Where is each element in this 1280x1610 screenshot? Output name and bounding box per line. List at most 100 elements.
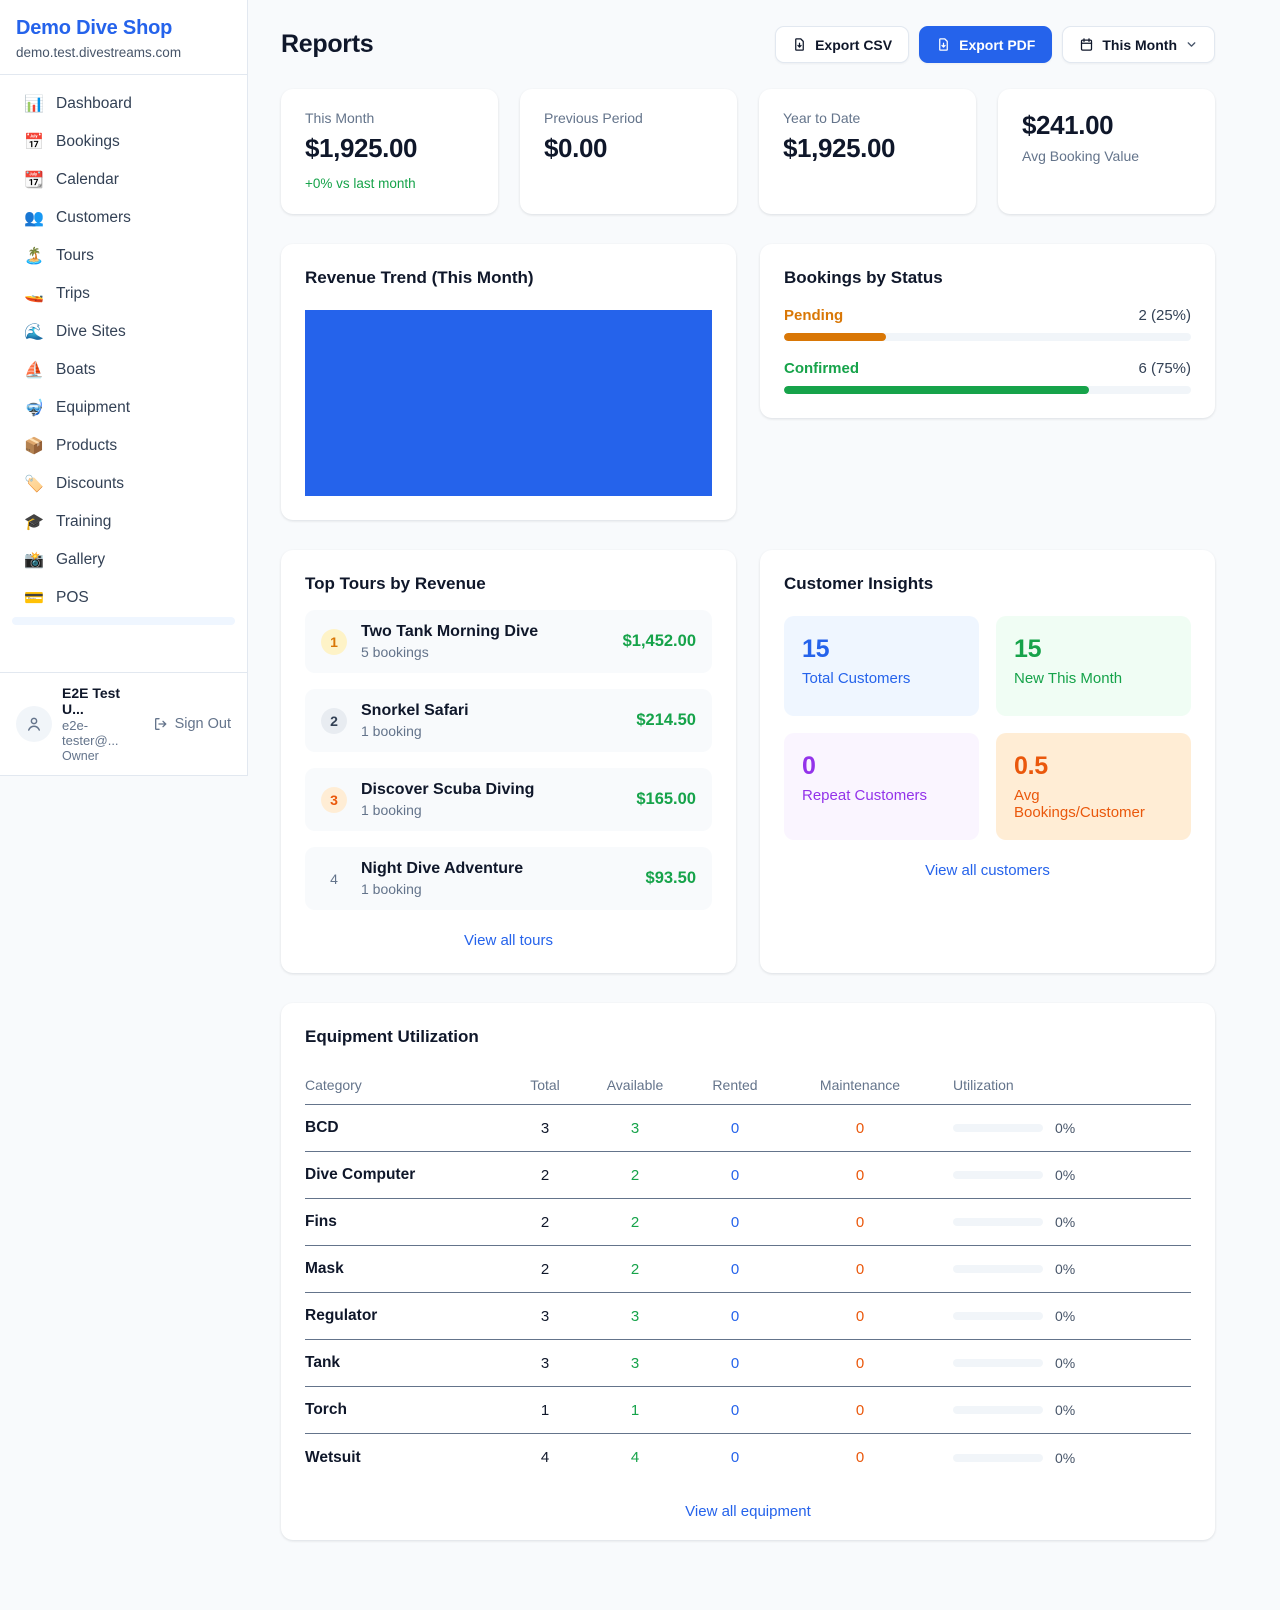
revenue-trend-title: Revenue Trend (This Month): [305, 268, 712, 288]
sidebar-item-label: Dashboard: [56, 95, 132, 113]
customer-insights-title: Customer Insights: [784, 574, 1191, 594]
table-row: Dive Computer 2 2 0 0 0%: [305, 1152, 1191, 1199]
cell-rented: 0: [685, 1214, 785, 1231]
tour-bookings: 1 booking: [361, 723, 622, 739]
sidebar-item-boats[interactable]: ⛵Boats: [12, 351, 235, 389]
equipment-table: Category Total Available Rented Maintena…: [305, 1065, 1191, 1481]
tour-row: 1 Two Tank Morning Dive 5 bookings $1,45…: [305, 610, 712, 673]
tour-bookings: 1 booking: [361, 881, 632, 897]
view-all-customers-link[interactable]: View all customers: [784, 862, 1191, 879]
calendar-icon: [1079, 37, 1094, 52]
cell-total: 3: [505, 1355, 585, 1372]
cell-maintenance: 0: [785, 1308, 935, 1325]
bookings-by-status-title: Bookings by Status: [784, 268, 1191, 288]
file-download-icon: [936, 37, 951, 52]
sidebar-item-label: Gallery: [56, 551, 105, 569]
cell-available: 2: [585, 1167, 685, 1184]
table-row: Fins 2 2 0 0 0%: [305, 1199, 1191, 1246]
brand-block: Demo Dive Shop demo.test.divestreams.com: [0, 0, 247, 75]
export-pdf-button[interactable]: Export PDF: [919, 26, 1052, 63]
insight-label: Avg Bookings/Customer: [1014, 787, 1173, 821]
sidebar: Demo Dive Shop demo.test.divestreams.com…: [0, 0, 248, 776]
view-all-equipment-link[interactable]: View all equipment: [305, 1503, 1191, 1520]
stat-value: $1,925.00: [305, 133, 474, 164]
sidebar-item-label: Tours: [56, 247, 94, 265]
package-icon: 📦: [24, 436, 44, 456]
insight-new-this-month: 15 New This Month: [996, 616, 1191, 716]
cell-utilization: 0%: [935, 1120, 1191, 1136]
cell-total: 2: [505, 1167, 585, 1184]
sidebar-item-reports-partial[interactable]: [12, 617, 235, 625]
tour-row: 2 Snorkel Safari 1 booking $214.50: [305, 689, 712, 752]
sidebar-item-gallery[interactable]: 📸Gallery: [12, 541, 235, 579]
insight-value: 0.5: [1014, 752, 1173, 781]
top-tours-title: Top Tours by Revenue: [305, 574, 712, 594]
sidebar-item-trips[interactable]: 🚤Trips: [12, 275, 235, 313]
sidebar-item-training[interactable]: 🎓 Training: [12, 503, 235, 541]
utilization-percent: 0%: [1055, 1450, 1075, 1466]
sidebar-item-customers[interactable]: 👥Customers: [12, 199, 235, 237]
stat-value: $1,925.00: [783, 133, 952, 164]
utilization-bar-track: [953, 1171, 1043, 1179]
sidebar-item-dive-sites[interactable]: 🌊Dive Sites: [12, 313, 235, 351]
cell-utilization: 0%: [935, 1261, 1191, 1277]
utilization-bar-track: [953, 1124, 1043, 1132]
sign-out-button[interactable]: Sign Out: [153, 716, 231, 732]
table-row: Mask 2 2 0 0 0%: [305, 1246, 1191, 1293]
insight-repeat-customers: 0 Repeat Customers: [784, 733, 979, 840]
col-header-maintenance: Maintenance: [785, 1077, 935, 1093]
equipment-category: Fins: [305, 1213, 505, 1231]
sidebar-item-equipment[interactable]: 🤿Equipment: [12, 389, 235, 427]
sidebar-item-calendar[interactable]: 📆Calendar: [12, 161, 235, 199]
tour-row: 3 Discover Scuba Diving 1 booking $165.0…: [305, 768, 712, 831]
col-header-rented: Rented: [685, 1077, 785, 1093]
pending-bar-track: [784, 333, 1191, 341]
rank-badge: 2: [321, 708, 347, 734]
status-label-pending: Pending: [784, 307, 843, 324]
page-title: Reports: [281, 30, 373, 59]
insights-grid: 15 Total Customers 15 New This Month 0 R…: [784, 616, 1191, 840]
sidebar-item-discounts[interactable]: 🏷️Discounts: [12, 465, 235, 503]
period-label: This Month: [1102, 37, 1177, 53]
cell-rented: 0: [685, 1167, 785, 1184]
charts-row: Revenue Trend (This Month) Bookings by S…: [281, 244, 1215, 520]
sidebar-item-pos[interactable]: 💳POS: [12, 579, 235, 617]
user-role: Owner: [62, 749, 143, 763]
stat-label: Avg Booking Value: [1022, 148, 1191, 164]
user-footer: E2E Test U... e2e-tester@... Owner Sign …: [0, 672, 247, 775]
cell-available: 2: [585, 1261, 685, 1278]
diving-mask-icon: 🤿: [24, 398, 44, 418]
cell-available: 2: [585, 1214, 685, 1231]
sidebar-item-products[interactable]: 📦Products: [12, 427, 235, 465]
page-header: Reports Export CSV Export PDF This Month: [281, 26, 1215, 63]
graduation-cap-icon: 🎓: [24, 512, 44, 532]
sidebar-item-bookings[interactable]: 📅Bookings: [12, 123, 235, 161]
stat-value: $241.00: [1022, 110, 1191, 141]
export-csv-button[interactable]: Export CSV: [775, 26, 909, 63]
cell-utilization: 0%: [935, 1308, 1191, 1324]
sidebar-item-dashboard[interactable]: 📊Dashboard: [12, 85, 235, 123]
tour-name: Two Tank Morning Dive: [361, 623, 609, 641]
customer-insights-card: Customer Insights 15 Total Customers 15 …: [760, 550, 1215, 973]
equipment-category: Dive Computer: [305, 1166, 505, 1184]
cell-maintenance: 0: [785, 1120, 935, 1137]
period-dropdown[interactable]: This Month: [1062, 26, 1215, 63]
rank-badge: 3: [321, 787, 347, 813]
tour-revenue: $1,452.00: [623, 632, 696, 651]
stats-grid: This Month $1,925.00 +0% vs last month P…: [281, 89, 1215, 214]
cell-rented: 0: [685, 1449, 785, 1466]
sidebar-item-label: Training: [56, 513, 111, 531]
cell-rented: 0: [685, 1120, 785, 1137]
equipment-category: BCD: [305, 1119, 505, 1137]
sidebar-item-tours[interactable]: 🏝️Tours: [12, 237, 235, 275]
utilization-percent: 0%: [1055, 1261, 1075, 1277]
cell-total: 3: [505, 1120, 585, 1137]
cell-total: 4: [505, 1449, 585, 1466]
cell-utilization: 0%: [935, 1167, 1191, 1183]
sidebar-item-label: POS: [56, 589, 89, 607]
tour-row: 4 Night Dive Adventure 1 booking $93.50: [305, 847, 712, 910]
view-all-tours-link[interactable]: View all tours: [305, 932, 712, 949]
wave-icon: 🌊: [24, 322, 44, 342]
sidebar-item-label: Customers: [56, 209, 131, 227]
cell-total: 2: [505, 1261, 585, 1278]
